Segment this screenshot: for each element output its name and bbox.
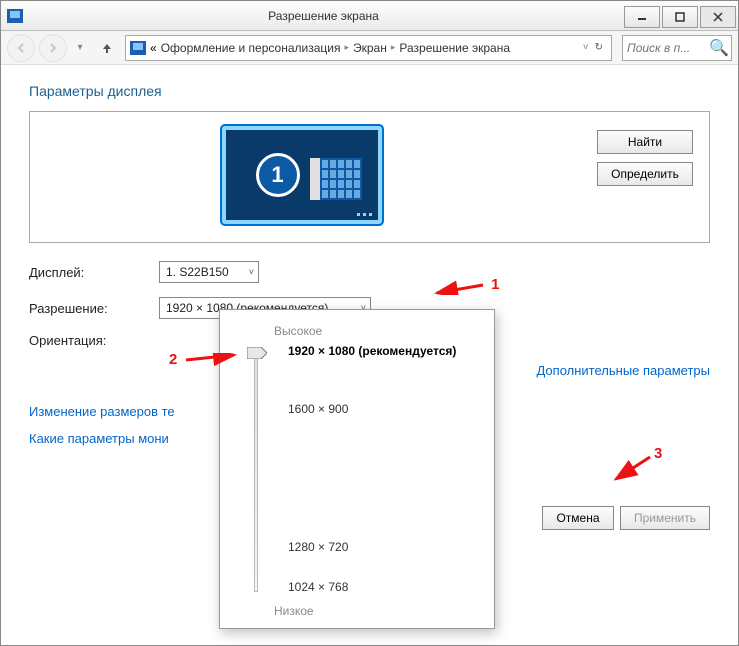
search-icon: 🔍 xyxy=(709,38,729,58)
breadcrumb-box[interactable]: « Оформление и персонализация ▸ Экран ▸ … xyxy=(125,35,612,61)
breadcrumb-prefix: « xyxy=(150,41,157,55)
close-button[interactable] xyxy=(700,6,736,28)
resolution-slider-track[interactable] xyxy=(254,348,258,592)
resolution-option[interactable]: 1600 × 900 xyxy=(288,402,348,416)
monitor-number: 1 xyxy=(256,153,300,197)
display-select[interactable]: 1. S22B150 ˅ xyxy=(159,261,259,283)
back-button[interactable] xyxy=(7,34,35,62)
chevron-right-icon: ▸ xyxy=(344,42,349,53)
resolution-slider-thumb[interactable] xyxy=(247,347,267,359)
search-box[interactable]: 🔍 xyxy=(622,35,732,61)
resolution-popup: Высокое 1920 × 1080 (рекомендуется) 1600… xyxy=(219,309,495,629)
res-low-label: Низкое xyxy=(274,604,484,618)
monitor-preview[interactable]: 1 xyxy=(222,126,382,224)
resolution-option[interactable]: 1920 × 1080 (рекомендуется) xyxy=(288,344,456,358)
advanced-settings-link[interactable]: Дополнительные параметры xyxy=(536,363,710,378)
minimize-button[interactable] xyxy=(624,6,660,28)
maximize-button[interactable] xyxy=(662,6,698,28)
display-label: Дисплей: xyxy=(29,265,159,280)
breadcrumb-item[interactable]: Разрешение экрана xyxy=(399,41,510,55)
res-high-label: Высокое xyxy=(274,324,484,338)
find-button[interactable]: Найти xyxy=(597,130,693,154)
breadcrumb-item[interactable]: Экран xyxy=(353,41,387,55)
up-button[interactable] xyxy=(93,34,121,62)
resolution-label: Разрешение: xyxy=(29,301,159,316)
display-preview-box: 1 Найти Определить xyxy=(29,111,710,243)
forward-button[interactable] xyxy=(39,34,67,62)
chevron-down-icon: ˅ xyxy=(249,267,254,277)
window-icon xyxy=(7,9,23,23)
refresh-icon[interactable]: ↻ xyxy=(595,42,603,53)
window-title: Разрешение экрана xyxy=(23,9,624,23)
location-icon xyxy=(130,41,146,55)
display-value: 1. S22B150 xyxy=(166,265,229,279)
resolution-option[interactable]: 1024 × 768 xyxy=(288,580,348,594)
cancel-button[interactable]: Отмена xyxy=(542,506,614,530)
search-input[interactable] xyxy=(627,41,709,55)
orientation-label: Ориентация: xyxy=(29,333,159,348)
breadcrumb-item[interactable]: Оформление и персонализация xyxy=(161,41,341,55)
address-bar: ▾ « Оформление и персонализация ▸ Экран … xyxy=(1,31,738,65)
apply-button[interactable]: Применить xyxy=(620,506,710,530)
monitor-graphic-icon xyxy=(310,158,362,200)
detect-button[interactable]: Определить xyxy=(597,162,693,186)
page-heading: Параметры дисплея xyxy=(29,83,710,99)
chevron-down-icon[interactable]: ˅ xyxy=(583,42,589,53)
chevron-right-icon: ▸ xyxy=(391,42,396,53)
window-titlebar: Разрешение экрана xyxy=(1,1,738,31)
resolution-option[interactable]: 1280 × 720 xyxy=(288,540,348,554)
history-dropdown[interactable]: ▾ xyxy=(71,42,89,53)
